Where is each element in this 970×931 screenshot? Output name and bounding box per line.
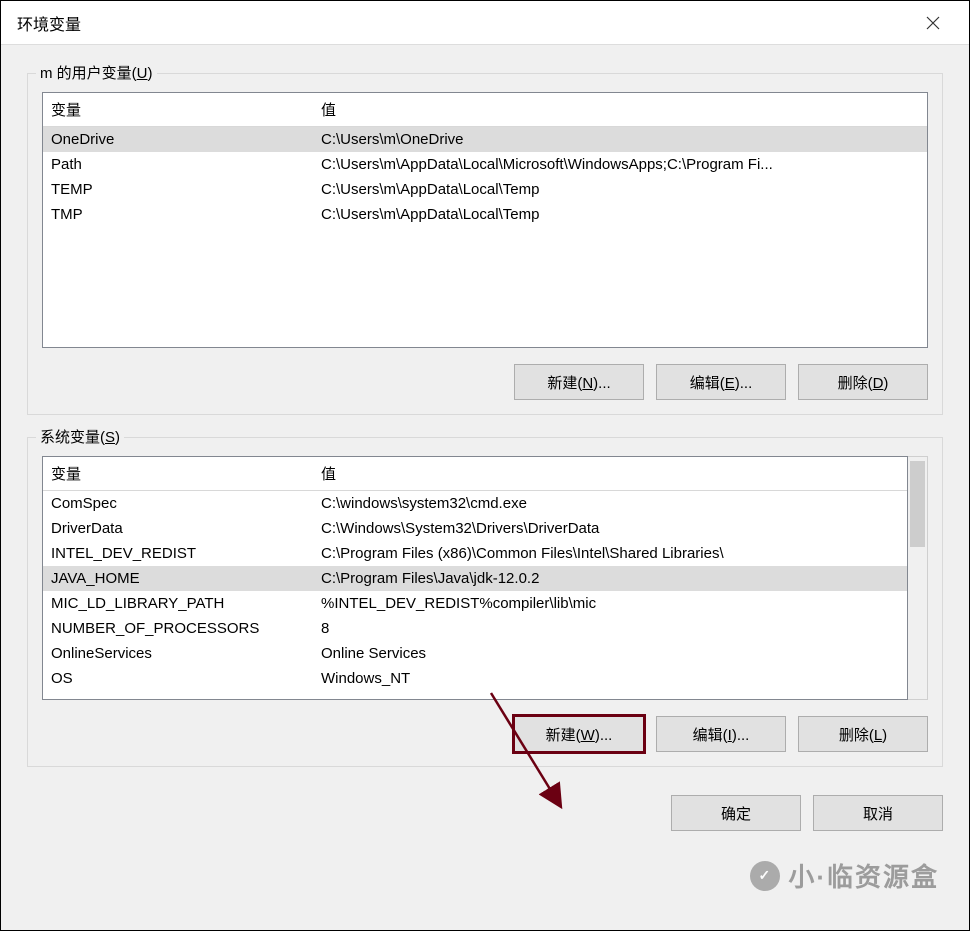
watermark: ✓ 小·临资源盒 — [750, 857, 939, 894]
cell-variable: OneDrive — [43, 127, 313, 152]
cell-variable: TMP — [43, 202, 313, 227]
dialog-buttons-row: 确定 取消 — [27, 795, 943, 831]
col-header-value[interactable]: 值 — [313, 457, 907, 490]
cell-value: C:\windows\system32\cmd.exe — [313, 491, 907, 516]
close-button[interactable] — [913, 3, 953, 43]
list-row[interactable]: NUMBER_OF_PROCESSORS8 — [43, 616, 907, 641]
cell-variable: Path — [43, 152, 313, 177]
user-buttons-row: 新建(N)... 编辑(E)... 删除(D) — [42, 364, 928, 400]
cell-value: Windows_NT — [313, 666, 907, 691]
cell-value: C:\Program Files\Java\jdk-12.0.2 — [313, 566, 907, 591]
list-row[interactable]: TMPC:\Users\m\AppData\Local\Temp — [43, 202, 927, 227]
list-row[interactable]: INTEL_DEV_REDISTC:\Program Files (x86)\C… — [43, 541, 907, 566]
user-delete-button[interactable]: 删除(D) — [798, 364, 928, 400]
cell-variable: MIC_LD_LIBRARY_PATH — [43, 591, 313, 616]
col-header-variable[interactable]: 变量 — [43, 93, 313, 126]
cell-value: C:\Windows\System32\Drivers\DriverData — [313, 516, 907, 541]
list-row[interactable]: DriverDataC:\Windows\System32\Drivers\Dr… — [43, 516, 907, 541]
env-vars-dialog: 环境变量 m 的用户变量(U) 变量 值 OneDriveC:\Users\m\… — [0, 0, 970, 931]
cell-variable: OS — [43, 666, 313, 691]
ok-button[interactable]: 确定 — [671, 795, 801, 831]
list-row[interactable]: TEMPC:\Users\m\AppData\Local\Temp — [43, 177, 927, 202]
user-edit-button[interactable]: 编辑(E)... — [656, 364, 786, 400]
cell-variable: TEMP — [43, 177, 313, 202]
wechat-icon: ✓ — [750, 861, 780, 891]
cell-value: C:\Users\m\OneDrive — [313, 127, 927, 152]
list-row[interactable]: OnlineServicesOnline Services — [43, 641, 907, 666]
system-variables-group: 系统变量(S) 变量 值 ComSpecC:\windows\system32\… — [27, 437, 943, 767]
cell-value: 8 — [313, 616, 907, 641]
user-new-button[interactable]: 新建(N)... — [514, 364, 644, 400]
list-row[interactable]: MIC_LD_LIBRARY_PATH%INTEL_DEV_REDIST%com… — [43, 591, 907, 616]
col-header-value[interactable]: 值 — [313, 93, 927, 126]
cell-value: %INTEL_DEV_REDIST%compiler\lib\mic — [313, 591, 907, 616]
client-area: m 的用户变量(U) 变量 值 OneDriveC:\Users\m\OneDr… — [1, 45, 969, 930]
sys-delete-button[interactable]: 删除(L) — [798, 716, 928, 752]
col-header-variable[interactable]: 变量 — [43, 457, 313, 490]
list-header: 变量 值 — [43, 93, 927, 127]
user-variables-list[interactable]: 变量 值 OneDriveC:\Users\m\OneDrivePathC:\U… — [42, 92, 928, 348]
cell-variable: DriverData — [43, 516, 313, 541]
system-list-scrollbar[interactable] — [908, 456, 928, 700]
cancel-button[interactable]: 取消 — [813, 795, 943, 831]
cell-value: C:\Users\m\AppData\Local\Temp — [313, 177, 927, 202]
system-variables-list[interactable]: 变量 值 ComSpecC:\windows\system32\cmd.exeD… — [42, 456, 908, 700]
cell-value: C:\Users\m\AppData\Local\Microsoft\Windo… — [313, 152, 927, 177]
list-row[interactable]: OneDriveC:\Users\m\OneDrive — [43, 127, 927, 152]
sys-buttons-row: 新建(W)... 编辑(I)... 删除(L) — [42, 716, 928, 752]
close-icon — [926, 16, 940, 30]
user-group-label: m 的用户变量(U) — [36, 62, 157, 83]
sys-group-label: 系统变量(S) — [36, 426, 124, 447]
list-header: 变量 值 — [43, 457, 907, 491]
scrollbar-thumb[interactable] — [910, 461, 925, 547]
cell-variable: NUMBER_OF_PROCESSORS — [43, 616, 313, 641]
list-row[interactable]: JAVA_HOMEC:\Program Files\Java\jdk-12.0.… — [43, 566, 907, 591]
titlebar: 环境变量 — [1, 1, 969, 45]
user-variables-group: m 的用户变量(U) 变量 值 OneDriveC:\Users\m\OneDr… — [27, 73, 943, 415]
cell-value: C:\Program Files (x86)\Common Files\Inte… — [313, 541, 907, 566]
sys-edit-button[interactable]: 编辑(I)... — [656, 716, 786, 752]
cell-variable: ComSpec — [43, 491, 313, 516]
cell-value: Online Services — [313, 641, 907, 666]
list-row[interactable]: ComSpecC:\windows\system32\cmd.exe — [43, 491, 907, 516]
sys-new-button[interactable]: 新建(W)... — [514, 716, 644, 752]
list-row[interactable]: PathC:\Users\m\AppData\Local\Microsoft\W… — [43, 152, 927, 177]
cell-value: C:\Users\m\AppData\Local\Temp — [313, 202, 927, 227]
list-row[interactable]: OSWindows_NT — [43, 666, 907, 691]
cell-variable: INTEL_DEV_REDIST — [43, 541, 313, 566]
cell-variable: OnlineServices — [43, 641, 313, 666]
dialog-title: 环境变量 — [17, 11, 913, 35]
cell-variable: JAVA_HOME — [43, 566, 313, 591]
